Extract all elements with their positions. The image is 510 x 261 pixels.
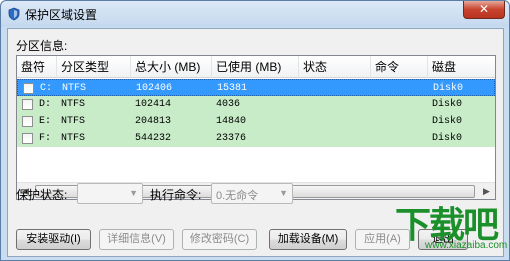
site-watermark: 下载吧 www.xiazaiba.com bbox=[365, 190, 509, 260]
cell-command bbox=[371, 130, 428, 147]
cell-used: 15381 bbox=[217, 83, 248, 94]
row-checkbox[interactable] bbox=[22, 99, 33, 110]
cell-status bbox=[300, 80, 372, 97]
row-checkbox[interactable] bbox=[22, 133, 33, 144]
table-row[interactable]: E: NTFS 204813 14840 Disk0 bbox=[17, 113, 495, 130]
close-button[interactable]: ✕ bbox=[463, 1, 505, 19]
cell-total: 102406 bbox=[136, 83, 173, 94]
title-bar[interactable]: 保护区域设置 ✕ bbox=[1, 1, 509, 27]
protect-status-select[interactable]: ▼ bbox=[77, 183, 143, 204]
window-title: 保护区域设置 bbox=[25, 8, 98, 22]
cell-command bbox=[372, 80, 429, 97]
cell-total: 204813 bbox=[135, 116, 172, 127]
cell-disk: Disk0 bbox=[433, 83, 464, 94]
cell-type: NTFS bbox=[61, 133, 86, 144]
shield-icon bbox=[8, 7, 20, 21]
watermark-url: www.xiazaiba.com bbox=[425, 240, 508, 251]
close-icon: ✕ bbox=[478, 2, 490, 16]
cell-drive: D: bbox=[39, 99, 52, 110]
exec-command-label: 执行命令: bbox=[150, 188, 202, 202]
col-header-type[interactable]: 分区类型 bbox=[57, 56, 131, 78]
table-row[interactable]: F: NTFS 544232 23376 Disk0 bbox=[17, 130, 495, 147]
col-header-total[interactable]: 总大小 (MB) bbox=[131, 56, 212, 78]
cell-disk: Disk0 bbox=[432, 133, 463, 144]
cell-disk: Disk0 bbox=[432, 116, 463, 127]
change-password-button[interactable]: 修改密码(C) bbox=[182, 229, 257, 250]
protect-status-label: 保护状态: bbox=[16, 188, 68, 202]
cell-command bbox=[371, 113, 428, 130]
partition-list[interactable]: 盘符 分区类型 总大小 (MB) 已使用 (MB) 状态 命令 磁盘 C: NT… bbox=[16, 55, 496, 200]
col-header-drive[interactable]: 盘符 bbox=[17, 56, 57, 78]
row-checkbox[interactable] bbox=[22, 116, 33, 127]
cell-status bbox=[299, 130, 371, 147]
partition-info-label: 分区信息: bbox=[16, 39, 68, 53]
table-row[interactable]: C: NTFS 102406 15381 Disk0 bbox=[17, 79, 495, 96]
cell-type: NTFS bbox=[61, 116, 86, 127]
cell-used: 14840 bbox=[216, 116, 247, 127]
cell-drive: F: bbox=[39, 133, 52, 144]
cell-type: NTFS bbox=[61, 99, 86, 110]
table-row[interactable]: D: NTFS 102414 4036 Disk0 bbox=[17, 96, 495, 113]
col-header-disk[interactable]: 磁盘 bbox=[428, 56, 495, 78]
cell-total: 544232 bbox=[135, 133, 172, 144]
install-driver-button[interactable]: 安装驱动(I) bbox=[16, 229, 91, 250]
cell-command bbox=[371, 96, 428, 113]
col-header-used[interactable]: 已使用 (MB) bbox=[212, 56, 299, 78]
cell-type: NTFS bbox=[62, 83, 87, 94]
cell-disk: Disk0 bbox=[432, 99, 463, 110]
col-header-command[interactable]: 命令 bbox=[371, 56, 428, 78]
cell-used: 4036 bbox=[216, 99, 241, 110]
chevron-down-icon: ▼ bbox=[129, 188, 138, 198]
exec-command-value: 0.无命令 bbox=[216, 190, 259, 202]
cell-status bbox=[299, 96, 371, 113]
cell-total: 102414 bbox=[135, 99, 172, 110]
load-device-button[interactable]: 加载设备(M) bbox=[269, 229, 347, 250]
cell-status bbox=[299, 113, 371, 130]
cell-used: 23376 bbox=[216, 133, 247, 144]
cell-drive: E: bbox=[39, 116, 52, 127]
exec-command-select[interactable]: 0.无命令 ▼ bbox=[211, 183, 293, 204]
chevron-down-icon: ▼ bbox=[279, 188, 288, 198]
row-checkbox[interactable] bbox=[23, 83, 34, 94]
details-button[interactable]: 详细信息(V) bbox=[99, 229, 174, 250]
col-header-status[interactable]: 状态 bbox=[299, 56, 371, 78]
dialog-window: 保护区域设置 ✕ 分区信息: 盘符 分区类型 总大小 (MB) 已使用 (MB)… bbox=[0, 0, 510, 261]
cell-drive: C: bbox=[40, 83, 53, 94]
list-header: 盘符 分区类型 总大小 (MB) 已使用 (MB) 状态 命令 磁盘 bbox=[17, 56, 495, 78]
